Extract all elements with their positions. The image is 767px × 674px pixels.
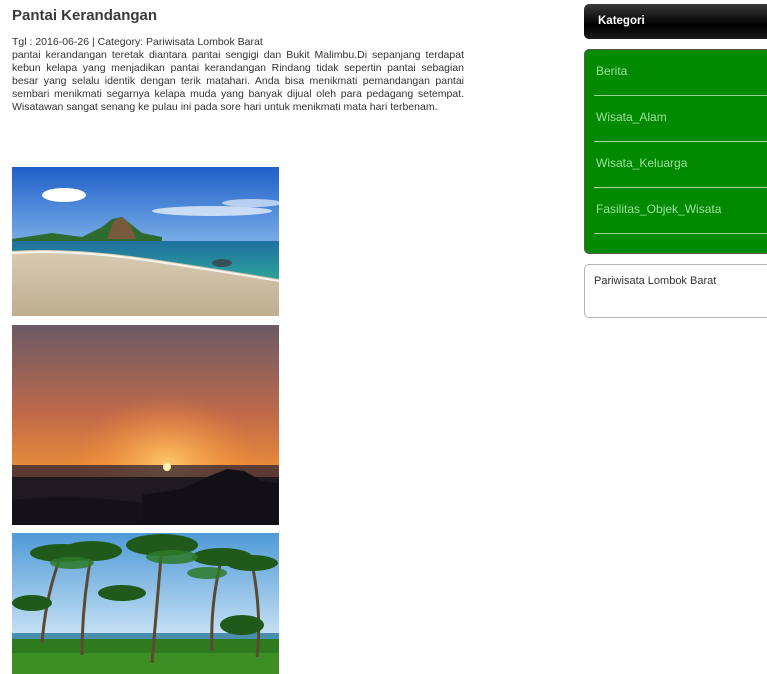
category-item-berita[interactable]: Berita <box>594 50 767 96</box>
article-meta: Tgl : 2016-06-26 | Category: Pariwisata … <box>12 36 263 48</box>
sunset-photo <box>12 325 279 525</box>
category-list: Berita Wisata_Alam Wisata_Keluarga Fasil… <box>584 49 767 254</box>
category-item-wisata-keluarga[interactable]: Wisata_Keluarga <box>594 142 767 188</box>
subcategory-link[interactable]: Pariwisata Lombok Barat <box>594 275 716 287</box>
article-body: pantai kerandangan teretak diantara pant… <box>12 49 464 113</box>
beach-photo <box>12 167 279 316</box>
category-item-fasilitas-objek-wisata[interactable]: Fasilitas_Objek_Wisata <box>594 188 767 234</box>
article: Pantai Kerandangan Tgl : 2016-06-26 | Ca… <box>12 6 464 114</box>
sidebar: Kategori Berita Wisata_Alam Wisata_Kelua… <box>584 4 767 318</box>
palm-trees-photo <box>12 533 279 674</box>
category-header: Kategori <box>584 4 767 39</box>
article-title: Pantai Kerandangan <box>12 7 158 24</box>
subcategory-box: Pariwisata Lombok Barat <box>584 264 767 318</box>
category-item-wisata-alam[interactable]: Wisata_Alam <box>594 96 767 142</box>
